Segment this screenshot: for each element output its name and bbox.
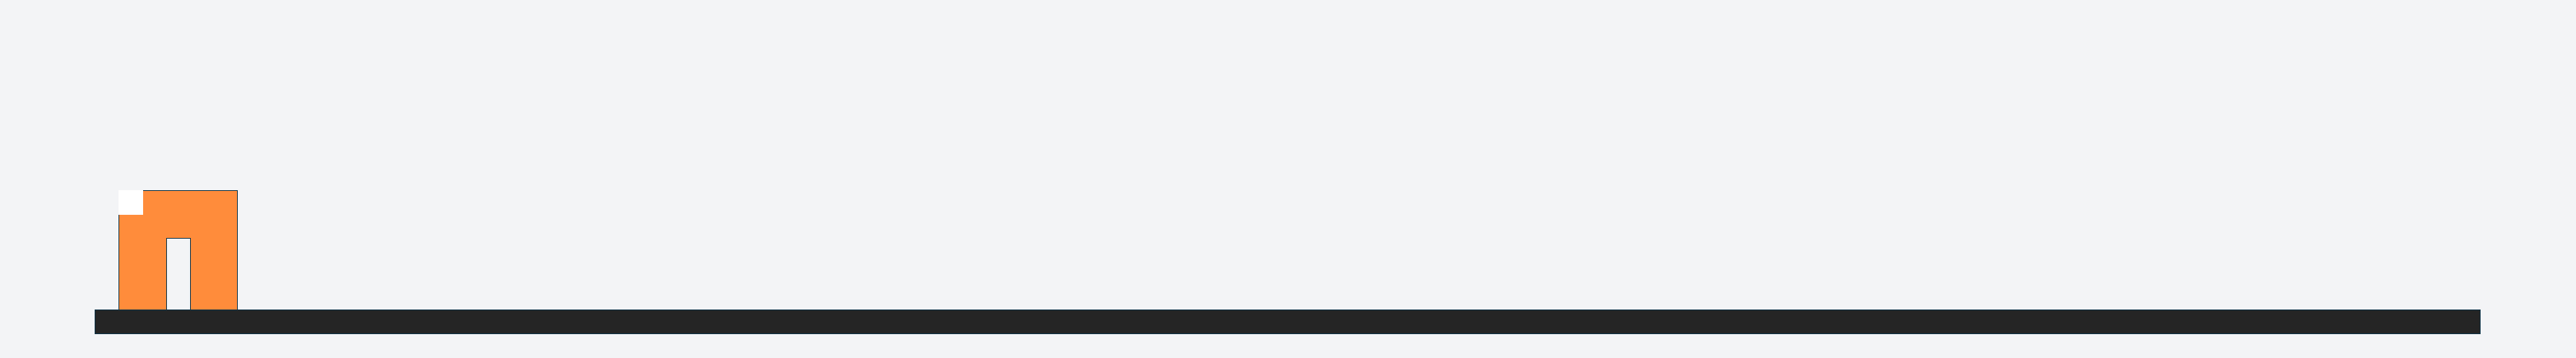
building-doorway — [166, 238, 191, 310]
building-window — [119, 190, 143, 215]
ground-platform — [95, 310, 2481, 334]
